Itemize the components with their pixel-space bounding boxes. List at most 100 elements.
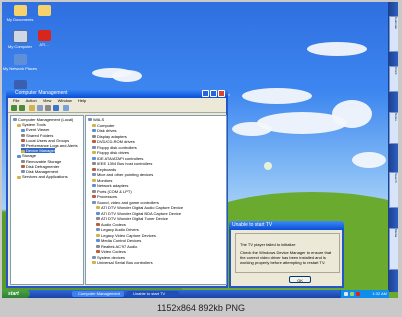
device-item[interactable]: ATI DTV Wonder Digital Audio Capture Dev… [96,205,183,210]
tree-node-icon [17,123,21,127]
device-item[interactable]: Processors [92,194,117,199]
dialog-titlebar[interactable]: Unable to start TV [229,221,344,230]
device-item[interactable]: IDE ATA/ATAPI controllers [92,156,143,161]
tree-node-icon [92,189,96,193]
tree-item[interactable]: Services and Applications [17,174,68,179]
device-item[interactable]: ATI DTV Wonder Digital BDA Capture Devic… [96,211,181,216]
start-button[interactable]: start [2,290,30,298]
dialog-message-secondary: Check the Windows Device Manager to ensu… [240,250,332,265]
properties-icon[interactable] [37,105,43,111]
desktop-icon-ati[interactable]: ATI... [26,30,62,47]
sidebar: Calendar Clock Notes Search Media [388,2,398,292]
forward-icon[interactable] [19,105,25,111]
device-item[interactable]: Media Control Devices [96,238,141,243]
menu-view[interactable]: View [43,98,52,103]
cloud [112,70,142,82]
ati-tray-icon[interactable] [356,292,360,296]
window-titlebar[interactable]: Computer Management _ □ × [6,89,230,98]
device-item[interactable]: Audio Codecs [96,222,126,227]
menu-action[interactable]: Action [26,98,37,103]
back-icon[interactable] [11,105,17,111]
device-item[interactable]: ATI DTV Wonder Digital Tuner Device [96,216,168,221]
device-item[interactable]: Mice and other pointing devices [92,172,153,177]
tree-node-icon [21,149,25,153]
sidebar-tab-notes[interactable]: Notes [389,112,398,144]
sidebar-tab-search[interactable]: Search [389,172,398,208]
tree-node-icon [13,118,17,122]
device-item[interactable]: Universal Serial Bus controllers [92,260,153,265]
device-item[interactable]: DVD/CD-ROM drives [92,139,135,144]
taskbar-item-unable-to-start-tv[interactable]: Unable to start TV [127,291,179,297]
device-item[interactable]: System devices [92,255,125,260]
clock[interactable]: 1:32 AM [372,290,387,298]
window-title: Computer Management [15,90,68,96]
tree-item-label: IEEE 1394 Bus host controllers [97,161,153,166]
menu-help[interactable]: Help [78,98,86,103]
minimize-button[interactable]: _ [202,90,214,97]
menu-window[interactable]: Window [58,98,72,103]
device-item[interactable]: Disk drives [92,128,117,133]
tree-node-icon [92,173,96,177]
tree-item-label: ATI DTV Wonder Digital Tuner Device [101,216,168,221]
tree-node-icon [92,167,96,171]
error-dialog: Unable to start TV The TV player failed … [229,221,344,288]
tree-item-label: System devices [97,254,126,260]
device-item[interactable]: Ports (COM & LPT) [92,189,132,194]
cloud [307,42,367,56]
network-tray-icon[interactable] [350,292,354,296]
tree-item-label: Mice and other pointing devices [97,172,154,177]
device-item[interactable]: Legacy Video Capture Devices [96,233,156,238]
menu-file[interactable]: File [13,98,19,103]
device-item[interactable]: Keyboards [92,167,116,172]
tree-node-icon [17,175,21,179]
device-item[interactable]: Floppy disk controllers [92,145,137,150]
cloud [242,88,312,104]
cloud [352,152,386,168]
tree-node-icon [96,206,100,210]
refresh-icon[interactable] [63,105,69,111]
device-item[interactable]: WALS [88,117,104,122]
tree-item-label: Sound, video and game controllers [97,199,159,205]
desktop-icon-label: My Documents [6,17,34,22]
desktop-icon-my-network-places[interactable]: My Network Places [2,54,38,71]
folder-icon [13,5,27,16]
volume-icon[interactable] [344,292,348,296]
tree-node-icon [92,156,96,160]
sidebar-tab-calendar[interactable]: Calendar [389,16,398,52]
sidebar-tab-clock[interactable]: Clock [389,66,398,92]
close-button[interactable]: × [218,90,230,97]
device-item[interactable]: Monitors [92,178,112,183]
device-item[interactable]: Legacy Audio Drivers [96,227,139,232]
device-item[interactable]: IEEE 1394 Bus host controllers [92,161,152,166]
tree-node-icon [92,255,96,259]
device-item[interactable]: Sound, video and game controllers [92,200,159,205]
tree-node-icon [92,261,96,265]
print-icon[interactable] [45,105,51,111]
device-item[interactable]: Floppy disk drives [92,150,129,155]
device-item[interactable]: Network adapters [92,183,128,188]
device-item[interactable]: Video Codecs [96,249,126,254]
tree-item-label: Media Control Devices [101,238,142,243]
tree-item-label: Floppy disk drives [97,150,130,155]
tree-item-label: Monitors [97,177,113,183]
tree-node-icon [88,118,92,122]
tree-node-icon [17,154,21,158]
sidebar-tab-media[interactable]: Media [389,228,398,270]
device-item[interactable]: Realtek AC'97 Audio [96,244,137,249]
tree-node-icon [96,239,100,243]
console-tree: Computer Management (Local) System Tools E… [10,115,84,285]
device-list: WALS Computer Disk drives Display adapters D… [85,115,227,285]
tree-node-icon [92,195,96,199]
desktop-icon-label: My Network Places [2,66,38,71]
tree-node-icon [92,140,96,144]
tree-item-label: Realtek AC'97 Audio [101,243,138,249]
device-item[interactable]: Computer [92,123,115,128]
desktop-icon-folder[interactable] [26,5,62,17]
device-item[interactable]: Display adapters [92,134,127,139]
maximize-button[interactable]: □ [210,90,222,97]
up-icon[interactable] [29,105,35,111]
help-icon[interactable] [53,105,59,111]
image-caption: 1152x864 892kb PNG [157,303,245,313]
ok-button[interactable]: OK [289,276,311,283]
taskbar-item-computer-management[interactable]: Computer Management [72,291,124,297]
